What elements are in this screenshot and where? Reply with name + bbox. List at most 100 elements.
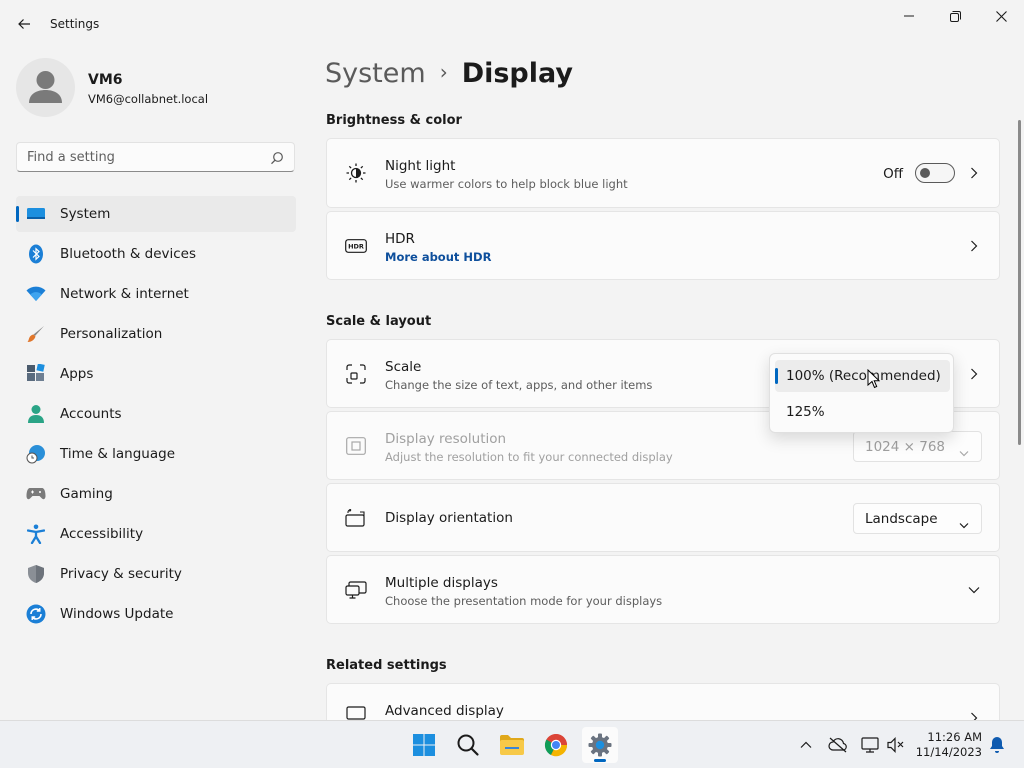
orientation-icon — [345, 507, 367, 529]
sidebar-item-label: Network & internet — [60, 286, 189, 302]
folder-icon — [500, 735, 524, 755]
sidebar-item-system[interactable]: System — [16, 196, 296, 232]
user-profile[interactable]: VM6 VM6@collabnet.local — [16, 58, 296, 118]
chrome-icon — [544, 734, 568, 757]
night-light-title: Night light — [385, 158, 456, 174]
close-icon — [995, 10, 1007, 22]
orientation-value: Landscape — [865, 511, 938, 527]
minimize-button[interactable] — [886, 0, 932, 32]
scale-title: Scale — [385, 359, 422, 375]
sidebar-item-time-language[interactable]: Time & language — [16, 436, 296, 472]
system-icon — [26, 204, 46, 224]
breadcrumb: System › Display — [325, 58, 573, 89]
clock-date: 11/14/2023 — [915, 745, 982, 759]
brush-icon — [26, 324, 46, 344]
resolution-dropdown: 1024 × 768 — [853, 431, 982, 462]
sidebar-item-label: Personalization — [60, 326, 163, 342]
sidebar-item-accounts[interactable]: Accounts — [16, 396, 296, 432]
chevron-down-icon — [967, 583, 981, 597]
hdr-title: HDR — [385, 231, 415, 247]
night-light-toggle[interactable] — [915, 163, 955, 183]
taskbar: 11:26 AM 11/14/2023 — [0, 720, 1024, 768]
sidebar-nav: System Bluetooth & devices Network & int… — [16, 196, 296, 636]
bluetooth-icon — [26, 244, 46, 264]
page-title: Display — [461, 58, 573, 89]
search-icon[interactable] — [270, 150, 284, 169]
sidebar-item-label: Apps — [60, 366, 94, 382]
scale-option-100[interactable]: 100% (Recommended) — [775, 360, 950, 392]
sidebar-item-label: Gaming — [60, 486, 113, 502]
sidebar-item-gaming[interactable]: Gaming — [16, 476, 296, 512]
sidebar-item-windows-update[interactable]: Windows Update — [16, 596, 296, 632]
user-silhouette-icon — [29, 71, 62, 103]
hdr-icon: HDR — [345, 235, 367, 257]
start-button[interactable] — [406, 727, 442, 763]
close-button[interactable] — [978, 0, 1024, 32]
restore-button[interactable] — [932, 0, 978, 32]
back-button[interactable] — [10, 10, 38, 38]
resolution-value: 1024 × 768 — [865, 439, 946, 455]
sidebar-item-bluetooth[interactable]: Bluetooth & devices — [16, 236, 296, 272]
gamepad-icon — [26, 484, 46, 504]
hdr-learn-more-link[interactable]: More about HDR — [385, 250, 491, 264]
apps-icon — [26, 364, 46, 384]
accessibility-icon — [26, 524, 46, 544]
display-orientation-card: Display orientation Landscape — [326, 483, 1000, 552]
chevron-right-icon — [967, 166, 981, 180]
scale-option-125[interactable]: 125% — [775, 396, 950, 428]
sidebar-item-apps[interactable]: Apps — [16, 356, 296, 392]
sidebar-item-personalization[interactable]: Personalization — [16, 316, 296, 352]
section-title-related: Related settings — [326, 658, 447, 673]
night-light-card[interactable]: Night light Use warmer colors to help bl… — [326, 138, 1000, 208]
time-language-icon — [26, 444, 46, 464]
chevron-right-icon — [967, 239, 981, 253]
chrome-button[interactable] — [538, 727, 574, 763]
shield-icon — [26, 564, 46, 584]
minimize-icon — [904, 15, 914, 17]
search-box — [16, 142, 295, 172]
onedrive-offline-icon[interactable] — [828, 735, 848, 755]
advanced-display-title: Advanced display — [385, 703, 504, 719]
orientation-dropdown[interactable]: Landscape — [853, 503, 982, 534]
sidebar-item-label: Windows Update — [60, 606, 174, 622]
settings-taskbar-button[interactable] — [582, 727, 618, 763]
chevron-right-icon — [967, 367, 981, 381]
section-title-scale-layout: Scale & layout — [326, 314, 432, 329]
breadcrumb-separator: › — [439, 59, 448, 84]
search-input[interactable] — [17, 143, 294, 171]
sidebar-item-privacy[interactable]: Privacy & security — [16, 556, 296, 592]
volume-muted-icon[interactable] — [886, 735, 906, 755]
resolution-icon — [345, 435, 367, 457]
mouse-cursor-icon — [867, 369, 880, 389]
notification-bell-icon[interactable] — [987, 735, 1007, 755]
taskbar-clock[interactable]: 11:26 AM 11/14/2023 — [912, 730, 982, 760]
gear-icon — [588, 733, 612, 757]
multiple-displays-icon — [345, 579, 367, 601]
user-email: VM6@collabnet.local — [88, 92, 209, 106]
chevron-up-icon[interactable] — [796, 735, 816, 755]
multiple-displays-card[interactable]: Multiple displays Choose the presentatio… — [326, 555, 1000, 624]
scale-icon — [345, 363, 367, 385]
file-explorer-button[interactable] — [494, 727, 530, 763]
sidebar-item-accessibility[interactable]: Accessibility — [16, 516, 296, 552]
accounts-icon — [26, 404, 46, 424]
chevron-down-icon — [959, 442, 969, 461]
user-name: VM6 — [88, 72, 123, 88]
night-light-icon — [345, 162, 367, 184]
svg-text:HDR: HDR — [348, 242, 364, 250]
section-title-brightness: Brightness & color — [326, 113, 462, 128]
search-icon — [457, 734, 479, 756]
advanced-display-card[interactable]: Advanced display — [326, 683, 1000, 723]
multiple-displays-title: Multiple displays — [385, 575, 498, 591]
title-bar: Settings — [0, 0, 1024, 48]
sidebar-item-label: Privacy & security — [60, 566, 182, 582]
hdr-card[interactable]: HDR HDR More about HDR — [326, 211, 1000, 280]
sidebar-item-network[interactable]: Network & internet — [16, 276, 296, 312]
sidebar-item-label: Bluetooth & devices — [60, 246, 197, 262]
breadcrumb-parent[interactable]: System — [325, 58, 426, 89]
network-icon[interactable] — [860, 735, 880, 755]
taskbar-search-button[interactable] — [450, 727, 486, 763]
scrollbar[interactable] — [1018, 120, 1021, 445]
restore-icon — [949, 10, 961, 22]
avatar — [16, 58, 75, 117]
